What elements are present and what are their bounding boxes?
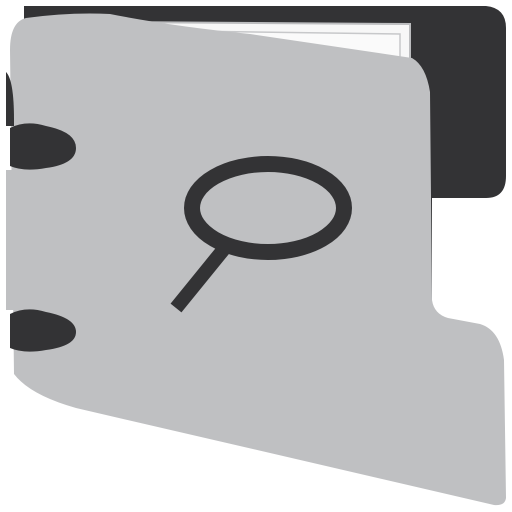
- folder-search-svg: [6, 6, 506, 506]
- binder-edge: [6, 170, 14, 310]
- folder-search-icon: [0, 0, 512, 512]
